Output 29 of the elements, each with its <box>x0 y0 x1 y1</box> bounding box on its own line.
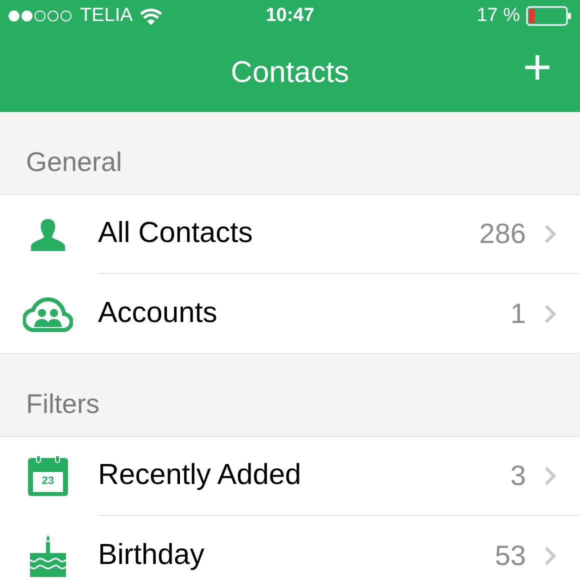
calendar-icon: 23 <box>28 458 68 496</box>
list-row[interactable]: 23 Recently Added 3 <box>0 437 580 516</box>
carrier-name: TELIA <box>80 4 133 28</box>
screen-title: Contacts <box>230 54 350 90</box>
row-count: 1 <box>510 296 526 330</box>
battery-percent: 17 % <box>476 4 520 28</box>
row-label: Accounts <box>98 296 218 331</box>
chevron-icon <box>544 304 556 324</box>
chevron-icon <box>544 224 556 244</box>
row-count: 286 <box>479 217 526 251</box>
clock-time: 10:47 <box>266 4 314 28</box>
chevron-icon <box>544 466 556 486</box>
battery-icon <box>526 6 572 26</box>
cloud-people-icon <box>23 294 73 332</box>
list-row[interactable]: Accounts 1 <box>0 274 580 353</box>
signal-icon <box>8 10 74 22</box>
section-header: General <box>26 146 122 178</box>
list-row[interactable]: All Contacts 286 <box>0 195 580 274</box>
row-label: Recently Added <box>98 458 302 494</box>
row-label: Birthday <box>98 538 206 573</box>
row-label: All Contacts <box>98 216 254 252</box>
section-header: Filters <box>26 388 100 420</box>
wifi-icon <box>138 8 163 24</box>
person-icon <box>29 216 67 252</box>
chevron-icon <box>544 546 556 566</box>
row-count: 53 <box>494 538 526 572</box>
list-row[interactable]: Birthday 53 <box>0 516 580 580</box>
row-count: 3 <box>510 459 526 493</box>
cake-icon <box>28 534 68 576</box>
